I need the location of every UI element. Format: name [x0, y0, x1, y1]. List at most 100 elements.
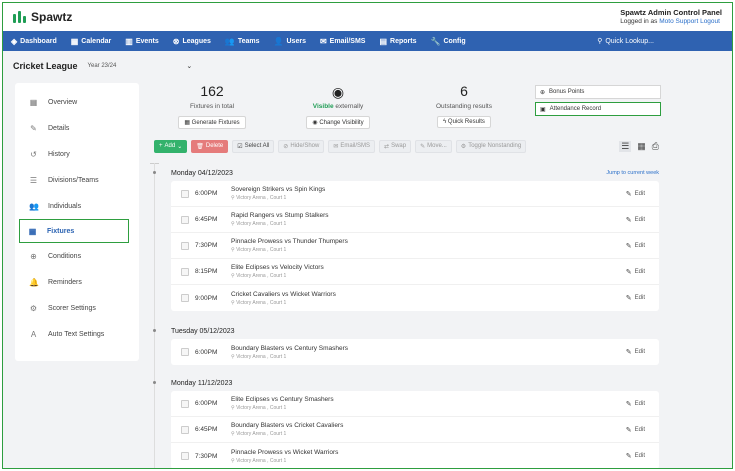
quick-lookup[interactable]: ⚲ Quick Lookup...: [597, 37, 654, 46]
swap-button[interactable]: ⇄ Swap: [379, 139, 412, 153]
nav-email-sms[interactable]: ✉ Email/SMS: [320, 37, 366, 46]
delete-label: Delete: [205, 143, 224, 149]
quick-results-button[interactable]: ϟ Quick Results: [437, 116, 491, 128]
fixture-row[interactable]: 6:00PM Boundary Blasters vs Century Smas…: [171, 339, 659, 365]
logout-link[interactable]: Logout: [700, 18, 720, 25]
edit-button[interactable]: ✎ Edit: [626, 400, 645, 408]
fixture-location-text: Victory Arena , Court 1: [236, 457, 287, 464]
nav-reports[interactable]: ▤ Reports: [379, 37, 416, 46]
location-pin-icon: ⚲: [231, 299, 235, 306]
fixture-checkbox[interactable]: [181, 189, 189, 198]
main-content: 162 Fixtures in total ▦ Generate Fixture…: [149, 79, 661, 468]
edit-button[interactable]: ✎ Edit: [626, 452, 645, 460]
edit-icon: ✎: [625, 243, 632, 250]
grid-view-icon[interactable]: ▦: [637, 141, 646, 152]
history-icon: ↺: [30, 149, 37, 159]
sidebar-item-scorer-settings[interactable]: ⚙ Scorer Settings: [15, 295, 139, 321]
nav-leagues[interactable]: ⊗ Leagues: [173, 37, 211, 46]
fixture-location-text: Victory Arena , Court 1: [236, 273, 287, 279]
bonus-points-button[interactable]: ⊕ Bonus Points: [535, 85, 661, 99]
edit-icon: ✎: [625, 453, 632, 460]
plus-circle-icon: ⊕: [540, 89, 546, 96]
move-button[interactable]: ✎ Move...: [415, 139, 452, 153]
change-visibility-button[interactable]: ◉ Change Visibility: [306, 116, 370, 129]
sidebar-item-details[interactable]: ✎ Details: [15, 115, 139, 141]
fixture-checkbox[interactable]: [181, 425, 189, 434]
edit-button[interactable]: ✎ Edit: [626, 190, 645, 198]
attendance-record-label: Attendance Record: [549, 106, 602, 112]
sidebar-item-divisions-teams[interactable]: ☰ Divisions/Teams: [15, 167, 139, 193]
fixture-checkbox[interactable]: [181, 267, 189, 276]
delete-button[interactable]: 🗑 Delete: [191, 139, 229, 153]
sidebar-item-conditions[interactable]: ⊕ Conditions: [15, 243, 139, 269]
sidebar-item-fixtures[interactable]: ▦ Fixtures: [19, 219, 129, 243]
fixture-title: Pinnacle Prowess vs Thunder Thumpers: [231, 238, 348, 245]
nav-calendar[interactable]: ▦ Calendar: [71, 37, 112, 46]
fixture-checkbox[interactable]: [181, 452, 189, 460]
list-view-icon[interactable]: ☰: [619, 140, 632, 152]
jump-to-current-week-link[interactable]: Jump to current week: [606, 170, 659, 176]
day-header: Monday 04/12/2023 Jump to current week: [153, 165, 659, 181]
fixture-row[interactable]: 9:00PM Cricket Cavaliers vs Wicket Warri…: [171, 285, 659, 311]
league-name: Cricket League: [13, 61, 78, 71]
globe-icon: ⊕: [30, 251, 37, 261]
fixtures-card: 6:00PM Elite Eclipses vs Century Smasher…: [171, 391, 659, 468]
edit-button[interactable]: ✎ Edit: [626, 348, 645, 356]
edit-button[interactable]: ✎ Edit: [626, 268, 645, 276]
day-group: Tuesday 05/12/2023 6:00PM Boundary Blast…: [153, 323, 659, 365]
edit-label: Edit: [634, 269, 645, 275]
attendance-record-button[interactable]: ▣ Attendance Record: [535, 102, 661, 116]
nav-config[interactable]: 🔧 Config: [430, 37, 465, 46]
sidebar-item-label: Divisions/Teams: [48, 176, 99, 184]
sidebar-item-auto-text-settings[interactable]: A Auto Text Settings: [15, 321, 139, 347]
chevron-down-icon: ⌄: [177, 143, 183, 150]
year-label: Year 23/24: [87, 63, 117, 69]
fixture-row[interactable]: 7:30PM Pinnacle Prowess vs Wicket Warrio…: [171, 443, 659, 468]
fixture-checkbox[interactable]: [181, 241, 189, 250]
sidebar-item-individuals[interactable]: 👥 Individuals: [15, 193, 139, 219]
top-header: Spawtz Spawtz Admin Control Panel Logged…: [3, 3, 732, 31]
nav-users[interactable]: 👤 Users: [274, 37, 306, 46]
hide-show-button[interactable]: ⊘ Hide/Show: [278, 139, 325, 153]
edit-icon: ✎: [625, 269, 632, 276]
user-link[interactable]: Moto Support: [659, 18, 698, 25]
gear-icon: ⚙: [460, 143, 467, 150]
add-button[interactable]: + Add ⌄: [154, 139, 188, 153]
print-icon[interactable]: ⎙: [652, 141, 659, 152]
fixture-checkbox[interactable]: [181, 294, 189, 302]
list-icon: ☰: [29, 175, 38, 185]
fixture-row[interactable]: 6:00PM Elite Eclipses vs Century Smasher…: [171, 391, 659, 417]
fixture-row[interactable]: 6:45PM Rapid Rangers vs Stump Stalkers ⚲…: [171, 207, 659, 233]
sidebar-item-overview[interactable]: ▦ Overview: [15, 89, 139, 115]
edit-label: Edit: [634, 217, 645, 223]
generate-fixtures-button[interactable]: ▦ Generate Fixtures: [178, 116, 246, 129]
email-sms-button[interactable]: ✉ Email/SMS: [328, 139, 376, 153]
fixture-checkbox[interactable]: [181, 399, 189, 408]
edit-button[interactable]: ✎ Edit: [626, 426, 645, 434]
edit-label: Edit: [634, 453, 645, 459]
nav-teams[interactable]: 👥 Teams: [225, 37, 260, 46]
search-icon: ⚲: [597, 38, 603, 45]
fixture-match: Elite Eclipses vs Century Smashers ⚲ Vic…: [231, 396, 334, 411]
sidebar-item-label: Reminders: [48, 278, 82, 286]
sidebar-item-reminders[interactable]: 🔔 Reminders: [15, 269, 139, 295]
fixture-row[interactable]: 8:15PM Elite Eclipses vs Velocity Victor…: [171, 259, 659, 285]
nav-dashboard[interactable]: ◈ Dashboard: [11, 37, 57, 46]
sidebar-item-history[interactable]: ↺ History: [15, 141, 139, 167]
fixture-location-text: Victory Arena , Court 1: [236, 247, 287, 253]
logo[interactable]: Spawtz: [13, 10, 72, 24]
edit-button[interactable]: ✎ Edit: [626, 216, 645, 224]
fixture-row[interactable]: 7:30PM Pinnacle Prowess vs Thunder Thump…: [171, 233, 659, 259]
stat-side-buttons: ⊕ Bonus Points ▣ Attendance Record: [535, 85, 661, 119]
edit-button[interactable]: ✎ Edit: [626, 294, 645, 302]
select-all-button[interactable]: ☑ Select All: [232, 139, 275, 153]
fixture-checkbox[interactable]: [181, 215, 189, 224]
fixture-row[interactable]: 6:45PM Boundary Blasters vs Cricket Cava…: [171, 417, 659, 443]
toggle-nonstanding-button[interactable]: ⚙ Toggle Nonstanding: [455, 139, 527, 153]
fixture-checkbox[interactable]: [181, 348, 189, 356]
edit-button[interactable]: ✎ Edit: [626, 242, 645, 250]
fixture-row[interactable]: 6:00PM Sovereign Strikers vs Spin Kings …: [171, 181, 659, 207]
edit-label: Edit: [634, 295, 645, 301]
chevron-down-icon[interactable]: ⌄: [186, 62, 192, 70]
nav-events[interactable]: ▥ Events: [125, 37, 159, 46]
